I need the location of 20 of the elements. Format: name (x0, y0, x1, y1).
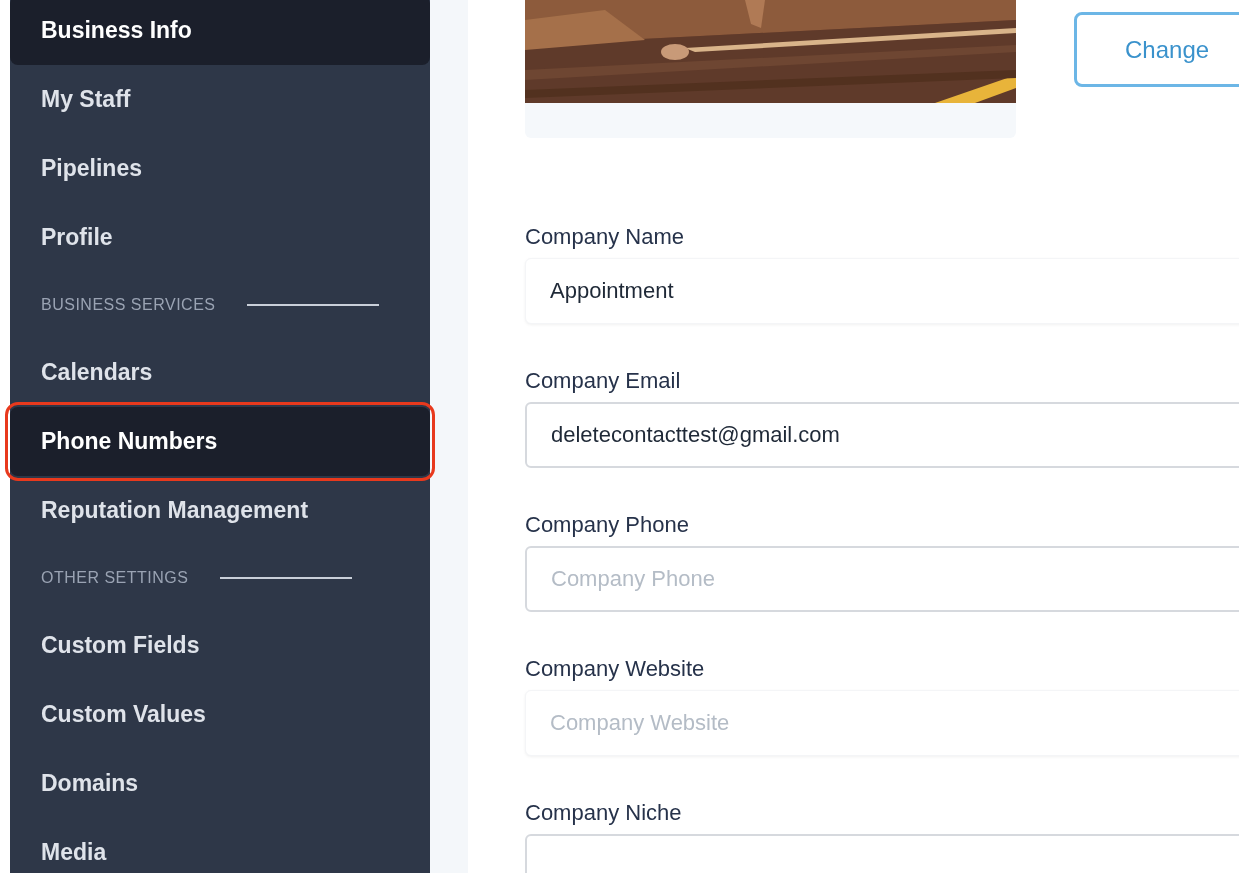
section-heading: BUSINESS SERVICES (41, 296, 216, 314)
sidebar-item[interactable]: Custom Values (10, 680, 430, 749)
sidebar-item[interactable]: Pipelines (10, 134, 430, 203)
field-label: Company Niche (525, 800, 683, 826)
sidebar-item[interactable]: Calendars (10, 338, 430, 407)
field-label: Company Name (525, 224, 685, 250)
field-label: Company Website (525, 656, 706, 682)
field-label: Company Phone (525, 512, 690, 538)
sidebar-item[interactable]: Custom Fields (10, 611, 430, 680)
sidebar-item[interactable]: Profile (10, 203, 430, 272)
input-field[interactable]: Company Phone (525, 546, 1239, 612)
section-heading: OTHER SETTINGS (41, 569, 189, 587)
sidebar-item[interactable]: Reputation Management (10, 476, 430, 545)
sidebar-item[interactable]: My Staff (10, 65, 430, 134)
sidebar-item[interactable]: Domains (10, 749, 430, 818)
sidebar-item[interactable]: Media (10, 818, 430, 873)
input-field[interactable]: deletecontacttest@gmail.com (525, 402, 1239, 468)
sidebar-item[interactable]: Business Info (10, 0, 430, 65)
input-field[interactable]: Appointment (525, 258, 1239, 324)
field-label: Company Email (525, 368, 682, 394)
